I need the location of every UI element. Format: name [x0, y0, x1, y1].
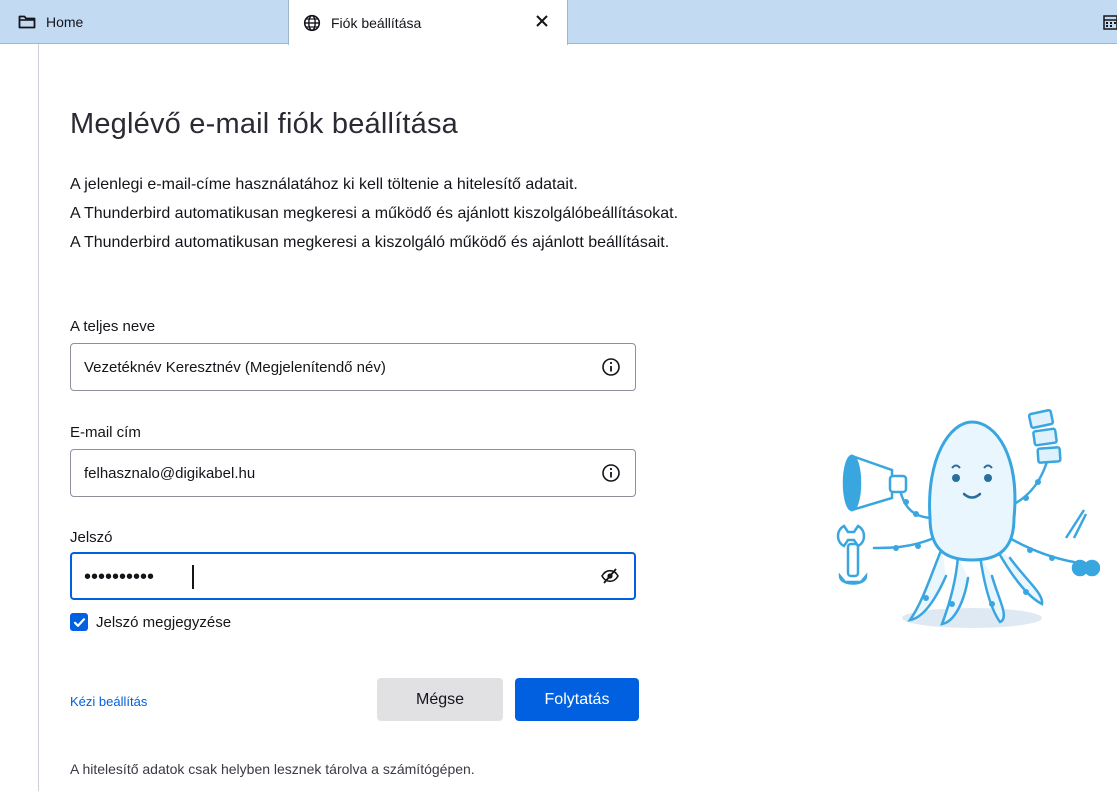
password-field[interactable]: •••••••••• [70, 552, 636, 600]
email-field-box [70, 449, 636, 497]
tab-home[interactable]: Home [0, 0, 288, 44]
globe-icon [303, 14, 321, 31]
password-label: Jelszó [70, 529, 113, 546]
description-line: A Thunderbird automatikusan megkeresi a … [70, 205, 679, 222]
description-line: A jelenlegi e-mail-címe használatához ki… [70, 176, 578, 193]
description-line: A Thunderbird automatikusan megkeresi a … [70, 234, 670, 251]
eye-slash-icon[interactable] [600, 566, 620, 586]
remember-password-checkbox[interactable] [70, 613, 88, 631]
info-icon[interactable] [601, 357, 621, 377]
tab-bar: Home Fiók beállítása [0, 0, 1117, 45]
page-description: A jelenlegi e-mail-címe használatához ki… [70, 170, 678, 257]
checkmark-icon [73, 617, 85, 627]
content-border [38, 44, 39, 791]
email-input[interactable] [71, 450, 571, 496]
info-icon[interactable] [601, 463, 621, 483]
password-masked-value: •••••••••• [84, 566, 155, 588]
remember-password-row[interactable]: Jelszó megjegyzése [70, 613, 231, 631]
manual-config-link[interactable]: Kézi beállítás [70, 694, 147, 709]
remember-password-label: Jelszó megjegyzése [96, 613, 232, 631]
continue-button[interactable]: Folytatás [515, 678, 639, 721]
cancel-button[interactable]: Mégse [377, 678, 503, 721]
tab-home-label: Home [46, 14, 84, 30]
tab-account-setup[interactable]: Fiók beállítása [288, 0, 568, 45]
tab-account-setup-label: Fiók beállítása [331, 14, 422, 31]
name-input[interactable] [71, 344, 571, 390]
email-label: E-mail cím [70, 424, 141, 441]
name-label: A teljes neve [70, 318, 156, 335]
page-title: Meglévő e-mail fiók beállítása [70, 108, 459, 140]
footer-note: A hitelesítő adatok csak helyben lesznek… [70, 761, 475, 777]
text-caret [192, 565, 194, 589]
folder-icon [18, 15, 36, 29]
name-field-box [70, 343, 636, 391]
calendar-icon[interactable] [1103, 14, 1117, 30]
octopus-illustration [836, 408, 1100, 628]
close-icon[interactable] [533, 12, 551, 30]
